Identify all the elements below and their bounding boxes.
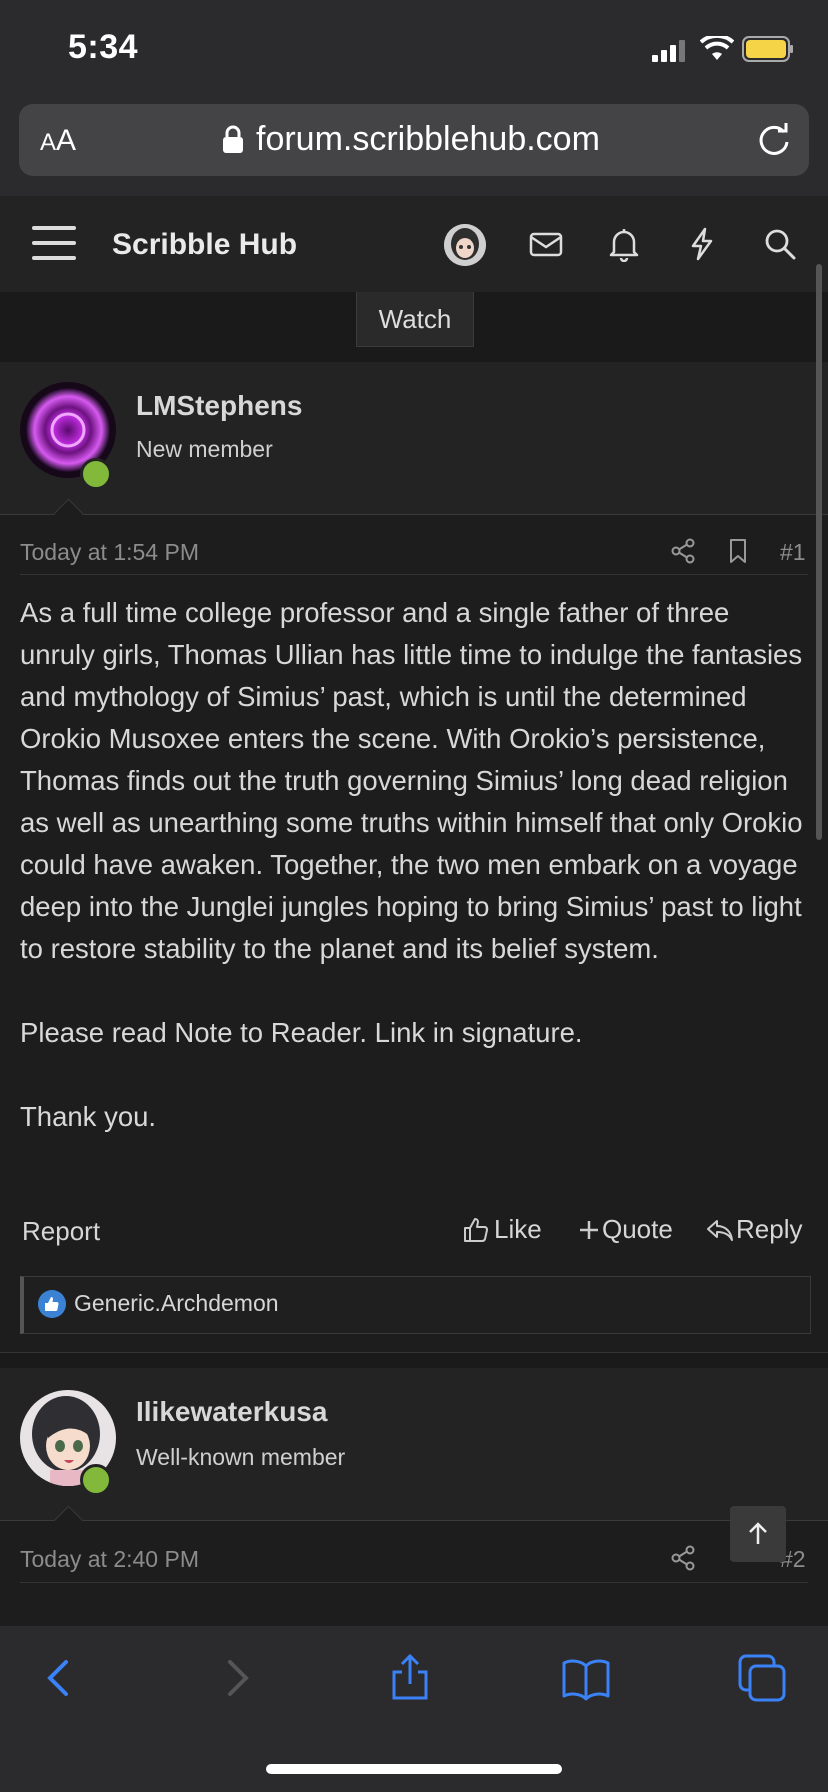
share-icon[interactable] [670,538,696,564]
reload-icon[interactable] [756,122,792,158]
watch-button[interactable]: Watch [356,292,474,347]
like-label: Like [494,1214,542,1244]
post-body: As a full time college professor and a s… [20,592,810,1180]
share-icon[interactable] [670,1545,696,1571]
quote-button[interactable]: Quote [578,1214,673,1245]
like-button[interactable]: Like [462,1214,542,1245]
report-link[interactable]: Report [22,1216,100,1247]
divider [20,574,808,575]
url-text[interactable]: forum.scribblehub.com [256,120,600,159]
share-sheet-icon[interactable] [386,1654,434,1702]
site-title[interactable]: Scribble Hub [112,228,297,262]
menu-icon[interactable] [32,224,76,262]
reply-label: Reply [736,1214,803,1244]
arrow-up-icon [749,1522,767,1544]
post-user-block [0,1368,828,1521]
like-reaction-icon [38,1290,66,1318]
liked-by-user[interactable]: Generic.Archdemon [74,1290,279,1317]
bookmark-icon[interactable] [725,538,751,564]
online-status-icon [80,1464,112,1496]
scrollbar[interactable] [816,264,822,840]
text-size-button[interactable]: AA [40,124,76,158]
post-paragraph: As a full time college professor and a s… [20,597,803,964]
account-avatar[interactable] [444,224,486,266]
user-title: Well-known member [136,1444,346,1470]
back-icon[interactable] [36,1654,84,1702]
post-number[interactable]: #1 [780,539,806,566]
home-indicator[interactable] [266,1764,562,1774]
battery-icon [742,36,793,62]
scroll-to-top-button[interactable] [730,1506,786,1562]
online-status-icon [80,458,112,490]
bookmarks-icon[interactable] [562,1654,610,1702]
quote-label: Quote [602,1214,673,1244]
lock-icon [223,125,243,153]
post-timestamp[interactable]: Today at 2:40 PM [20,1546,199,1573]
post-user-block [0,362,828,515]
thumbs-up-icon [464,1217,488,1242]
username[interactable]: LMStephens [136,390,302,422]
divider [20,1582,808,1583]
reply-button[interactable]: Reply [706,1214,802,1245]
wifi-icon [700,36,734,60]
post-paragraph: Please read Note to Reader. Link in sign… [20,1017,583,1048]
cellular-signal-icon [652,40,685,62]
plus-icon [580,1220,598,1239]
search-icon[interactable] [762,226,798,262]
user-title: New member [136,436,273,462]
bell-icon[interactable] [606,226,642,262]
forward-icon[interactable] [212,1654,260,1702]
reply-icon [707,1219,733,1241]
tabs-icon[interactable] [738,1654,786,1702]
post-paragraph: Thank you. [20,1101,157,1132]
bolt-icon[interactable] [684,226,720,262]
status-time: 5:34 [68,28,139,66]
mail-icon[interactable] [528,226,564,262]
post-timestamp[interactable]: Today at 1:54 PM [20,539,199,566]
username[interactable]: Ilikewaterkusa [136,1396,327,1428]
